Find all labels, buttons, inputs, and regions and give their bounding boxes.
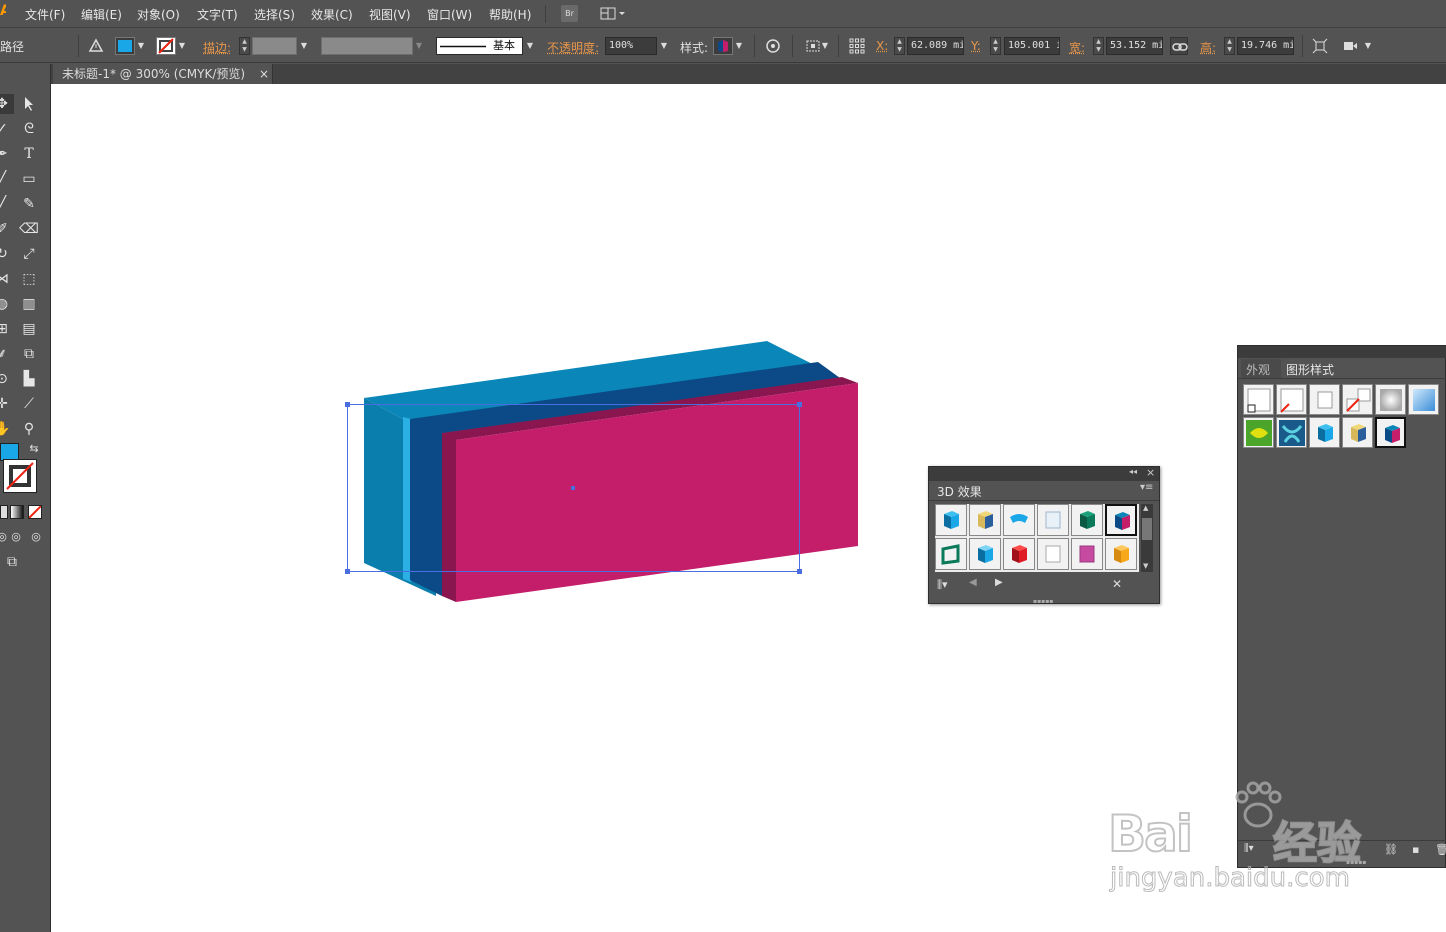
style-green-frame-swatch[interactable]	[935, 538, 967, 570]
tab-appearance[interactable]: 外观	[1241, 359, 1281, 378]
divider	[929, 500, 1159, 501]
handle-bottom-right	[797, 569, 802, 574]
style-gold-panel-swatch[interactable]	[1342, 417, 1373, 448]
3d-effects-panel: ◂◂ × 3D 效果 ▾≡ ▲ ▼ ⫼▾ ◀ ▶ ✕ ▪▪▪▪▪	[928, 466, 1160, 605]
watermark-brand: Bai	[1107, 804, 1194, 864]
style-soft-gray-swatch[interactable]	[1375, 384, 1406, 415]
scrollbar-thumb[interactable]	[1142, 518, 1152, 540]
break-link-icon[interactable]: ✕	[1112, 577, 1122, 591]
collapse-icon[interactable]: ◂◂	[1129, 467, 1137, 476]
panel-header[interactable]: ◂◂ ×	[929, 466, 1159, 481]
style-blue-panel-swatch[interactable]	[969, 538, 1001, 570]
panel-header[interactable]	[1238, 346, 1446, 358]
scroll-down-icon[interactable]: ▼	[1143, 562, 1148, 570]
watermark-url: jingyan.baidu.com	[1110, 863, 1351, 894]
graphic-style-swatches	[1243, 384, 1441, 450]
style-red-gem-swatch[interactable]	[1003, 538, 1035, 570]
center-point	[571, 486, 575, 490]
scroll-up-icon[interactable]: ▲	[1143, 504, 1148, 512]
style-magenta-cube-swatch[interactable]	[1375, 417, 1406, 448]
style-default-swatch[interactable]	[1243, 384, 1274, 415]
break-link-icon[interactable]: ⛓	[1384, 843, 1398, 856]
next-library-icon[interactable]: ▶	[995, 577, 1003, 588]
style-green-swirl-swatch[interactable]	[1243, 417, 1274, 448]
style-orange-box-swatch[interactable]	[1105, 538, 1137, 570]
handle-top-left	[345, 402, 350, 407]
style-frame-light-swatch[interactable]	[1037, 504, 1069, 536]
style-none-split-swatch[interactable]	[1342, 384, 1373, 415]
handle-bottom-left	[345, 569, 350, 574]
style-teal-swirl-swatch[interactable]	[1276, 417, 1307, 448]
3d-style-swatches	[935, 504, 1139, 572]
resize-grip-icon[interactable]: ▪▪▪▪▪	[1033, 598, 1053, 605]
tab-label: 图形样式	[1286, 363, 1335, 377]
close-icon[interactable]: ×	[1146, 466, 1155, 479]
panel-menu-icon[interactable]: ▾≡	[1140, 482, 1153, 493]
style-green-gem-swatch[interactable]	[1071, 504, 1103, 536]
style-pink-flat-swatch[interactable]	[1071, 538, 1103, 570]
scrollbar[interactable]: ▲ ▼	[1141, 504, 1153, 572]
handle-top-right	[797, 402, 802, 407]
libraries-menu-icon[interactable]: ⫼▾	[937, 578, 948, 592]
libraries-menu-icon[interactable]: ⫼▾	[1244, 843, 1254, 854]
style-gold-panel-swatch[interactable]	[969, 504, 1001, 536]
style-sky-gradient-swatch[interactable]	[1408, 384, 1439, 415]
style-curved-blue-swatch[interactable]	[1003, 504, 1035, 536]
style-white-box-swatch[interactable]	[1037, 538, 1069, 570]
style-white-swatch[interactable]	[1309, 384, 1340, 415]
style-magenta-cube-swatch[interactable]	[1105, 504, 1137, 536]
watermark-brand-cn: 经验	[1272, 817, 1362, 870]
box-light-edge	[403, 417, 411, 582]
tab-label: 外观	[1246, 363, 1271, 377]
style-none-swatch[interactable]	[1276, 384, 1307, 415]
delete-style-icon[interactable]: 🗑	[1435, 843, 1446, 856]
tab-label: 3D 效果	[937, 485, 982, 499]
style-blue-cube-swatch[interactable]	[935, 504, 967, 536]
previous-library-icon[interactable]: ◀	[969, 577, 977, 588]
tab-3d-effects[interactable]: 3D 效果	[932, 481, 987, 500]
new-style-icon[interactable]: ▪	[1412, 843, 1419, 856]
tab-graphic-styles[interactable]: 图形样式	[1281, 359, 1349, 378]
style-blue-cube-swatch[interactable]	[1309, 417, 1340, 448]
divider	[1238, 378, 1446, 379]
